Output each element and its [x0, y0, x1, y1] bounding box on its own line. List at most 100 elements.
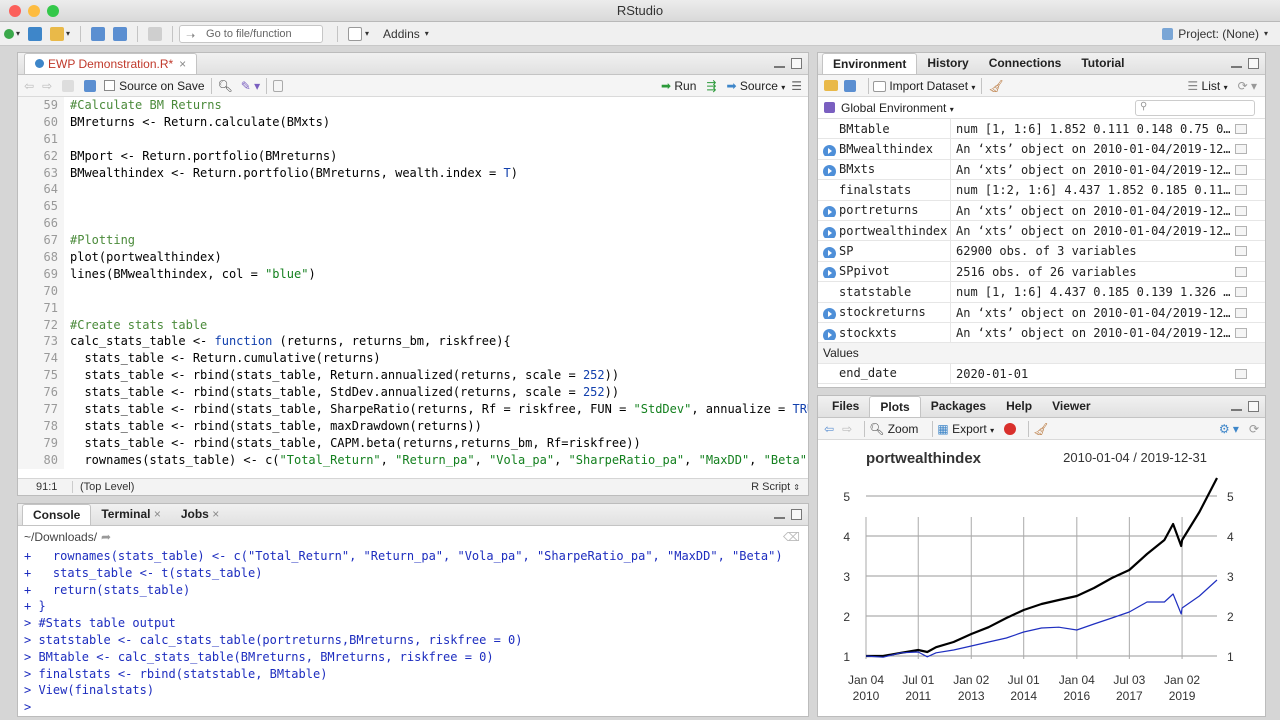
environment-selector[interactable]: Global Environment ▾	[841, 101, 954, 115]
code-line[interactable]: 78 stats_table <- rbind(stats_table, max…	[18, 417, 808, 435]
forward-icon[interactable]: ⇨	[42, 79, 52, 93]
new-file-button[interactable]: ▾	[0, 24, 24, 44]
code-line[interactable]: 65	[18, 198, 808, 216]
outline-icon[interactable]: ☰	[791, 79, 802, 93]
code-line[interactable]: 68 plot(portwealthindex)	[18, 249, 808, 266]
view-table-icon[interactable]	[1235, 164, 1247, 175]
addins-menu[interactable]: Addins ▾	[379, 24, 433, 44]
clear-console-icon[interactable]: ⌫	[783, 530, 800, 544]
tab-packages[interactable]: Packages	[921, 396, 996, 417]
expand-icon[interactable]	[823, 145, 836, 157]
search-icon[interactable]: 🔍︎	[218, 79, 233, 93]
tab-files[interactable]: Files	[822, 396, 869, 417]
expand-icon[interactable]	[823, 165, 836, 177]
close-window-button[interactable]	[9, 5, 21, 17]
console-output[interactable]: + rownames(stats_table) <- c("Total_Retu…	[18, 548, 808, 716]
code-line[interactable]: 63 BMwealthindex <- Return.portfolio(BMre…	[18, 164, 808, 182]
maximize-pane-icon[interactable]	[1248, 58, 1259, 69]
code-editor[interactable]: 59 #Calculate BM Returns 60 BMreturns <- Re…	[18, 97, 808, 479]
view-table-icon[interactable]	[1235, 144, 1247, 155]
tab-plots[interactable]: Plots	[869, 396, 921, 417]
view-table-icon[interactable]	[1235, 287, 1247, 298]
close-tab-icon[interactable]: ×	[212, 507, 219, 521]
environment-row[interactable]: SPpivot 2516 obs. of 26 variables	[818, 261, 1265, 283]
environment-row[interactable]: portwealthindex An ‘xts’ object on 2010-0…	[818, 220, 1265, 242]
view-table-icon[interactable]	[1235, 225, 1247, 236]
environment-row[interactable]: SP 62900 obs. of 3 variables	[818, 241, 1265, 262]
view-table-icon[interactable]	[1235, 185, 1247, 196]
environment-row[interactable]: BMxts An ‘xts’ object on 2010-01-04/2019-…	[818, 159, 1265, 181]
publish-icon[interactable]: ⚙ ▾	[1219, 422, 1239, 436]
source-button[interactable]: ➡ Source ▾	[726, 79, 785, 93]
code-line[interactable]: 69 lines(BMwealthindex, col = "blue")	[18, 265, 808, 283]
refresh-icon[interactable]: ⟳ ▾	[1238, 79, 1257, 93]
remove-plot-icon[interactable]	[1004, 422, 1017, 435]
open-file-button[interactable]: ▾	[46, 24, 74, 44]
code-line[interactable]: 61	[18, 130, 808, 148]
view-table-icon[interactable]	[1235, 124, 1247, 134]
source-on-save-checkbox[interactable]	[104, 80, 116, 91]
tab-terminal[interactable]: Terminal ×	[91, 504, 170, 525]
maximize-pane-icon[interactable]	[791, 58, 802, 69]
project-menu[interactable]: Project: (None) ▾	[1158, 24, 1272, 44]
tab-help[interactable]: Help	[996, 396, 1042, 417]
environment-search-input[interactable]: ⚲	[1135, 99, 1255, 116]
save-all-button[interactable]	[109, 24, 131, 44]
environment-row[interactable]: statstable num [1, 1:6] 4.437 0.185 0.139…	[818, 282, 1265, 303]
magic-wand-icon[interactable]: ✎ ▾	[241, 79, 260, 93]
import-dataset-button[interactable]: Import Dataset ▾	[873, 79, 975, 93]
expand-icon[interactable]	[823, 328, 836, 340]
code-line[interactable]: 60 BMreturns <- Return.calculate(BMxts)	[18, 113, 808, 131]
broom-icon[interactable]: 🧹︎	[1033, 422, 1048, 436]
file-type-selector[interactable]: R Script ⇕	[751, 479, 800, 496]
code-line[interactable]: 73 calc_stats_table <- function (returns,…	[18, 333, 808, 351]
environment-row[interactable]: stockreturns An ‘xts’ object on 2010-01-0…	[818, 302, 1265, 323]
list-view-selector[interactable]: ☰ List ▾	[1187, 79, 1227, 93]
code-line[interactable]: 72 #Create stats table	[18, 316, 808, 334]
rerun-icon[interactable]: ⇶	[706, 79, 716, 93]
save-button[interactable]	[87, 24, 109, 44]
arrow-right-icon[interactable]: ➦	[101, 530, 111, 544]
compile-report-icon[interactable]	[273, 79, 284, 92]
expand-icon[interactable]	[823, 226, 836, 238]
maximize-pane-icon[interactable]	[1248, 401, 1259, 412]
goto-file-input[interactable]: ➝ Go to file/function	[179, 24, 324, 43]
editor-tab[interactable]: EWP Demonstration.R* ×	[24, 53, 198, 74]
zoom-button[interactable]: 🔍︎ Zoom	[869, 422, 918, 436]
load-workspace-icon[interactable]	[824, 80, 838, 91]
expand-icon[interactable]	[823, 308, 836, 320]
code-line[interactable]: 76 stats_table <- rbind(stats_table, Std…	[18, 384, 808, 402]
code-line[interactable]: 74 stats_table <- Return.cumulative(retu…	[18, 350, 808, 368]
back-icon[interactable]: ⇦	[24, 79, 34, 93]
code-line[interactable]: 59 #Calculate BM Returns	[18, 97, 808, 114]
code-line[interactable]: 77 stats_table <- rbind(stats_table, Sha…	[18, 401, 808, 418]
print-button[interactable]	[144, 24, 166, 44]
code-line[interactable]: 66	[18, 215, 808, 233]
code-line[interactable]: 64	[18, 181, 808, 199]
tab-connections[interactable]: Connections	[979, 53, 1072, 74]
view-table-icon[interactable]	[1235, 368, 1247, 379]
minimize-pane-icon[interactable]	[774, 64, 785, 68]
code-line[interactable]: 71	[18, 299, 808, 317]
tab-viewer[interactable]: Viewer	[1042, 396, 1100, 417]
minimize-pane-icon[interactable]	[1231, 64, 1242, 68]
run-button[interactable]: ➡ Run	[661, 79, 696, 93]
tab-tutorial[interactable]: Tutorial	[1071, 53, 1134, 74]
next-plot-icon[interactable]: ⇨	[842, 422, 852, 436]
save-icon[interactable]	[84, 79, 97, 92]
code-line[interactable]: 80 rownames(stats_table) <- c("Total_Ret…	[18, 451, 808, 469]
view-table-icon[interactable]	[1235, 327, 1247, 338]
view-table-icon[interactable]	[1235, 307, 1247, 318]
code-line[interactable]: 62 BMport <- Return.portfolio(BMreturns)	[18, 147, 808, 165]
minimize-pane-icon[interactable]	[774, 515, 785, 519]
broom-icon[interactable]: 🧹︎	[988, 79, 1003, 93]
tab-jobs[interactable]: Jobs ×	[171, 504, 229, 525]
minimize-window-button[interactable]	[28, 5, 40, 17]
environment-row[interactable]: BMtable num [1, 1:6] 1.852 0.111 0.148 0.…	[818, 119, 1265, 140]
environment-row[interactable]: finalstats num [1:2, 1:6] 4.437 1.852 0.1…	[818, 180, 1265, 201]
code-line[interactable]: 67 #Plotting	[18, 232, 808, 250]
scope-selector[interactable]: (Top Level)	[80, 479, 134, 495]
expand-icon[interactable]	[823, 206, 836, 218]
view-table-icon[interactable]	[1235, 246, 1247, 257]
show-in-window-icon[interactable]	[62, 79, 75, 92]
